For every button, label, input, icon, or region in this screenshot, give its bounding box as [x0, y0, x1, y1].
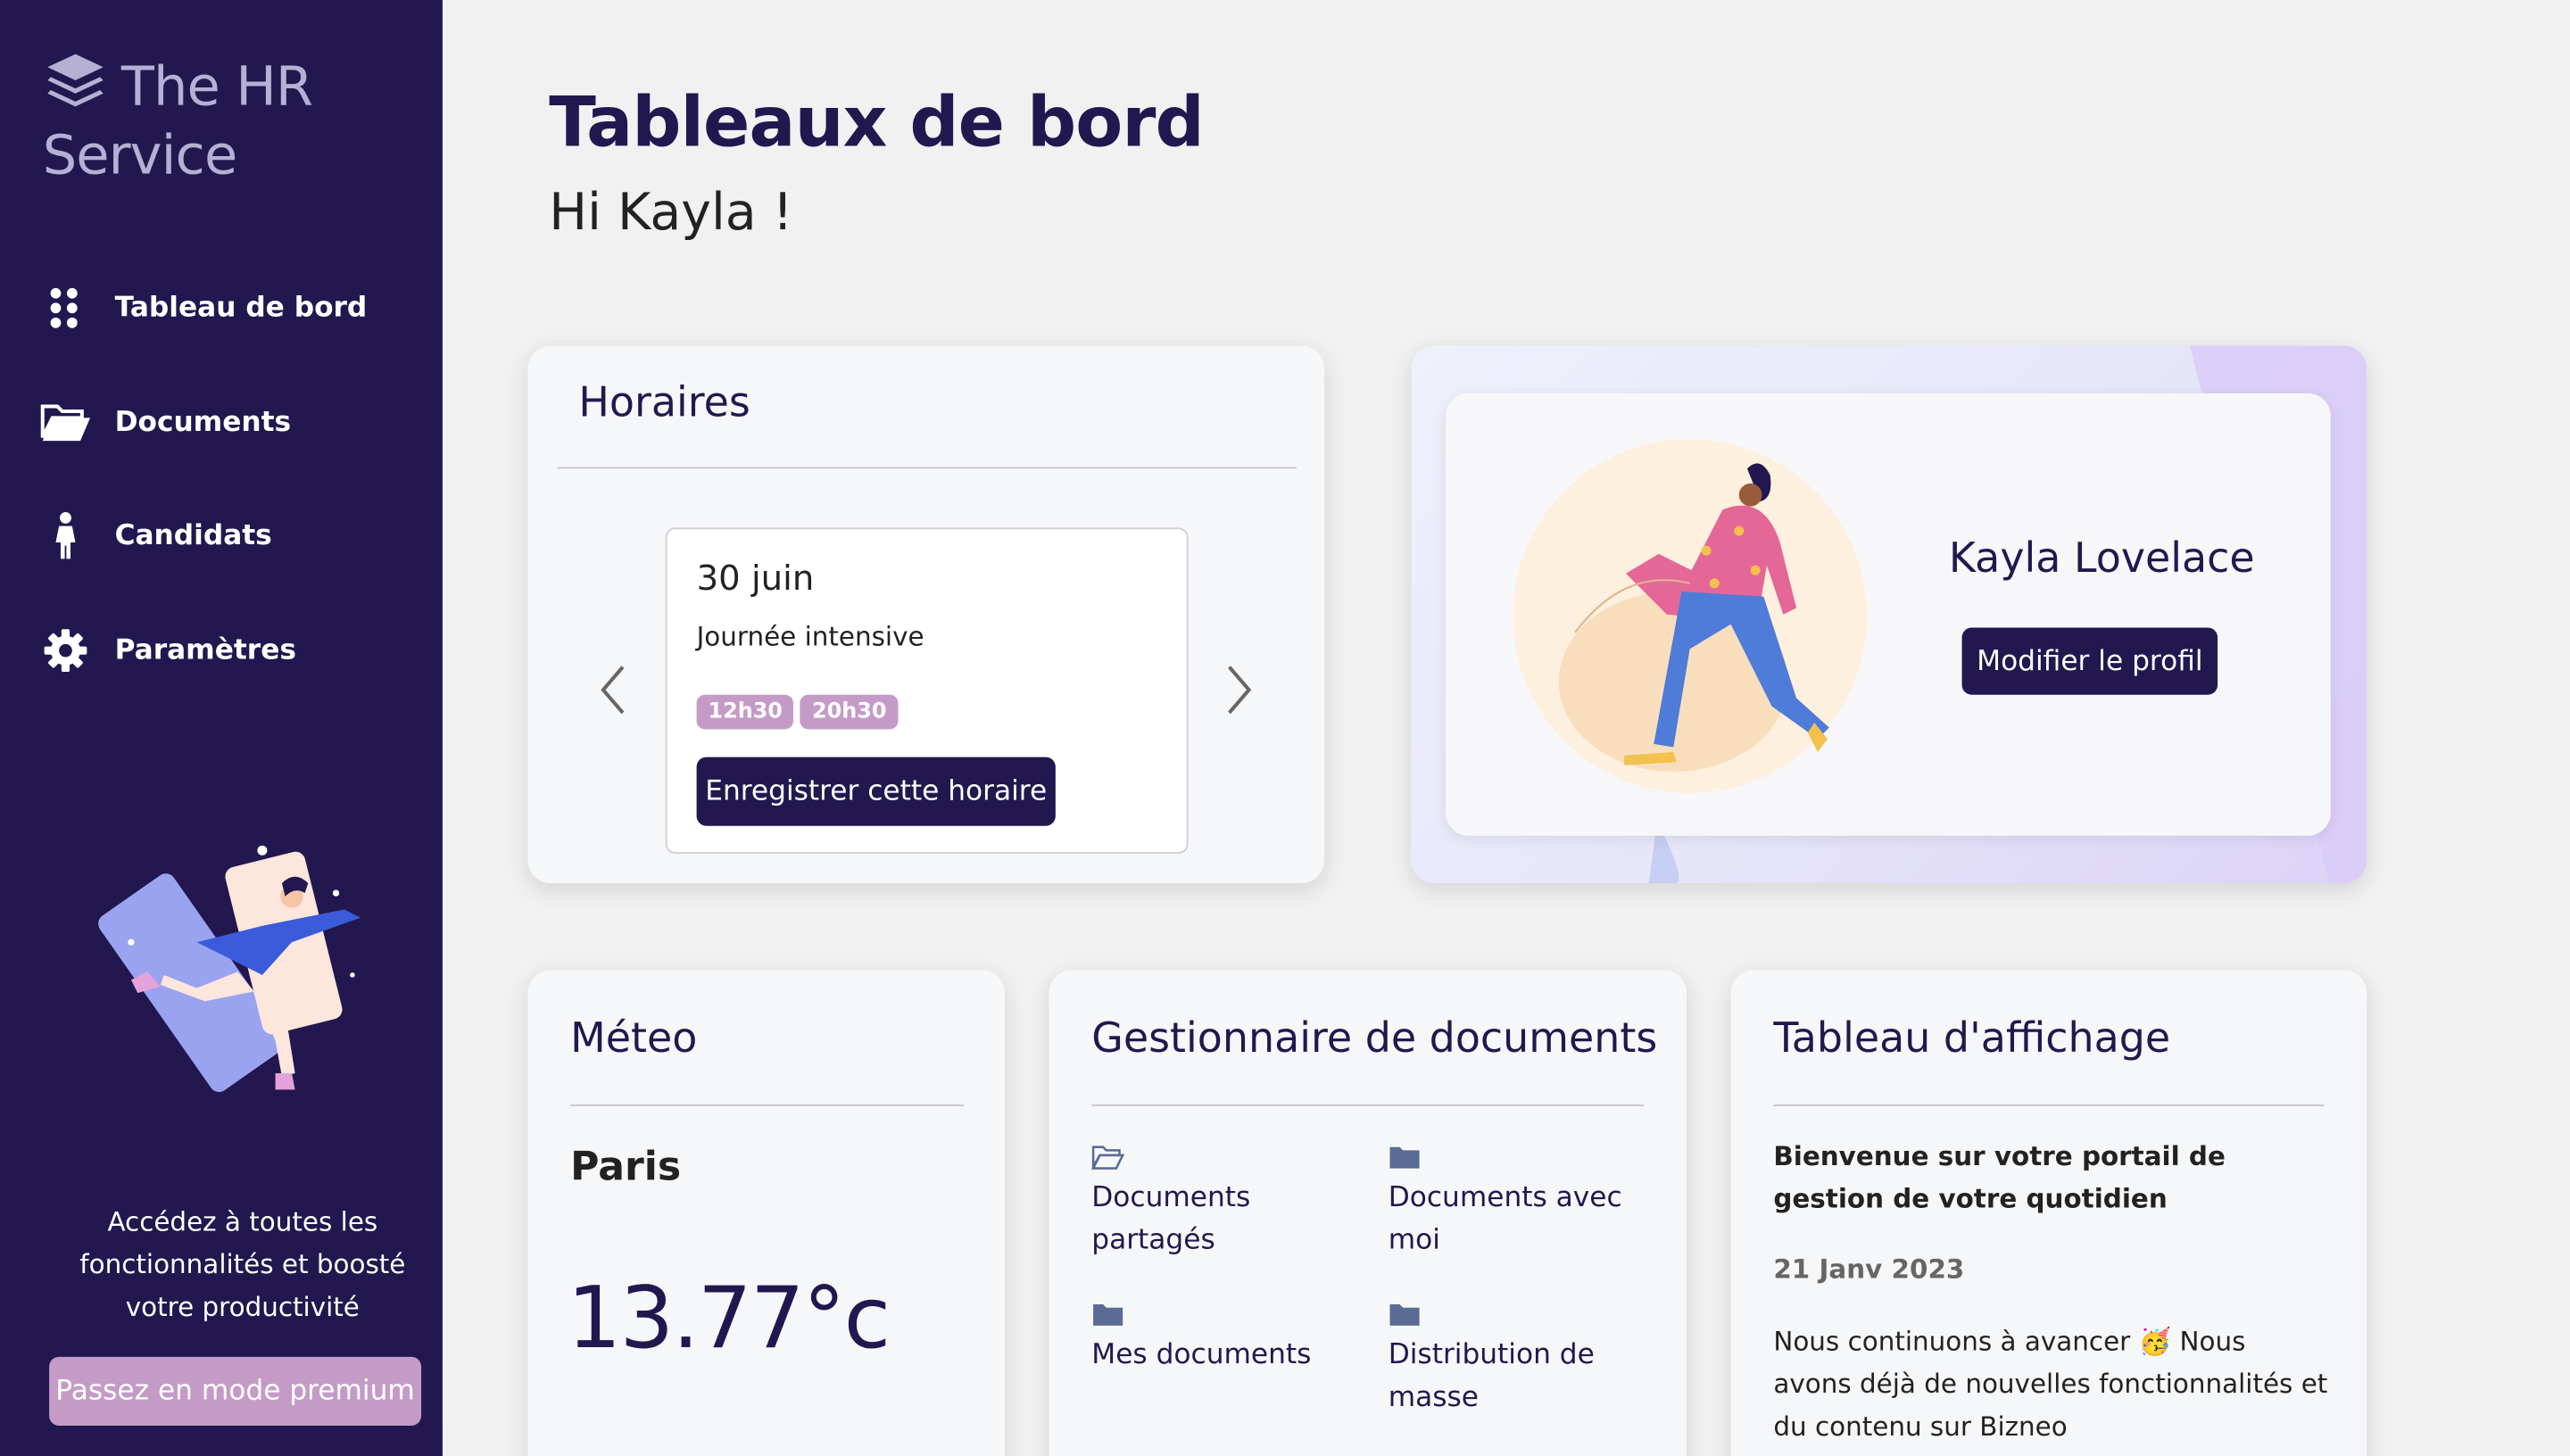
grid-dots-icon — [39, 282, 92, 335]
folder-icon — [1389, 1304, 1420, 1326]
slot-times: 12h30 20h30 — [696, 693, 905, 730]
sidebar-item-label: Documents — [114, 406, 292, 440]
documents-title: Gestionnaire de documents — [1091, 1013, 1658, 1063]
brand[interactable]: The HR Service — [43, 49, 419, 190]
documents-card: Gestionnaire de documents Documents part… — [1049, 970, 1687, 1456]
board-title: Tableau d'affichage — [1773, 1013, 2171, 1063]
folder-icon — [1389, 1146, 1420, 1169]
slot-type: Journée intensive — [696, 621, 924, 653]
person-icon — [39, 509, 92, 562]
weather-city: Paris — [570, 1144, 682, 1190]
weather-temperature: 13.77°c — [567, 1270, 891, 1369]
divider — [1773, 1104, 2325, 1106]
gear-icon — [39, 625, 92, 677]
sidebar-item-documents[interactable]: Documents — [39, 390, 291, 455]
avatar — [1513, 439, 1868, 793]
doc-shared[interactable]: Documents partagés — [1091, 1144, 1338, 1262]
premium-button[interactable]: Passez en mode premium — [49, 1356, 422, 1426]
weather-title: Méteo — [570, 1013, 698, 1063]
folder-icon — [1093, 1304, 1123, 1326]
sidebar-item-label: Tableau de bord — [114, 291, 368, 325]
profile-card: Kayla Lovelace Modifier le profil — [1411, 345, 2367, 883]
edit-profile-button[interactable]: Modifier le profil — [1961, 627, 2218, 695]
save-schedule-button[interactable]: Enregistrer cette horaire — [696, 757, 1056, 826]
doc-label: Documents partagés — [1091, 1181, 1251, 1257]
board-date: 21 Janv 2023 — [1773, 1253, 1965, 1285]
slot-date: 30 juin — [696, 558, 815, 599]
schedule-slot: 30 juin Journée intensive 12h30 20h30 Enr… — [665, 527, 1189, 854]
time-badge: 12h30 — [696, 694, 794, 730]
sidebar-item-label: Candidats — [114, 519, 272, 552]
layers-icon — [47, 54, 104, 107]
board-text: Nous continuons à avancer 🥳 Nous avons d… — [1773, 1325, 2328, 1443]
doc-my-documents[interactable]: Mes documents — [1091, 1301, 1338, 1376]
board-headline: Bienvenue sur votre portail de gestion d… — [1773, 1140, 2226, 1215]
greeting: Hi Kayla ! — [549, 183, 793, 243]
chevron-right-icon[interactable] — [1223, 662, 1256, 717]
page-title: Tableaux de bord — [549, 81, 1204, 162]
profile-name: Kayla Lovelace — [1948, 534, 2255, 583]
chevron-left-icon[interactable] — [597, 662, 630, 717]
sidebar-item-label: Paramètres — [114, 633, 296, 667]
doc-mass-distribution[interactable]: Distribution de masse — [1389, 1301, 1635, 1419]
sidebar-item-dashboard[interactable]: Tableau de bord — [39, 276, 367, 341]
doc-label: Mes documents — [1091, 1338, 1312, 1372]
sidebar: The HR Service Tableau de bord Documents — [0, 0, 443, 1456]
doc-shared-with-me[interactable]: Documents avec moi — [1389, 1144, 1635, 1262]
board-card: Tableau d'affichage Bienvenue sur votre … — [1730, 970, 2367, 1456]
folder-open-icon — [1091, 1146, 1124, 1171]
promo-text: Accédez à toutes les fonctionnalités et … — [79, 1205, 406, 1323]
doc-label: Distribution de masse — [1388, 1338, 1595, 1415]
divider — [570, 1104, 964, 1106]
divider — [557, 467, 1297, 469]
sidebar-item-settings[interactable]: Paramètres — [39, 617, 296, 682]
schedule-title: Horaires — [578, 378, 750, 426]
folder-open-icon — [39, 396, 92, 449]
doc-label: Documents avec moi — [1388, 1181, 1622, 1257]
weather-card: Méteo Paris 13.77°c — [527, 970, 1005, 1456]
time-badge: 20h30 — [800, 694, 899, 730]
divider — [1091, 1104, 1645, 1106]
sidebar-item-candidates[interactable]: Candidats — [39, 503, 272, 568]
promo-illustration — [98, 845, 361, 1092]
